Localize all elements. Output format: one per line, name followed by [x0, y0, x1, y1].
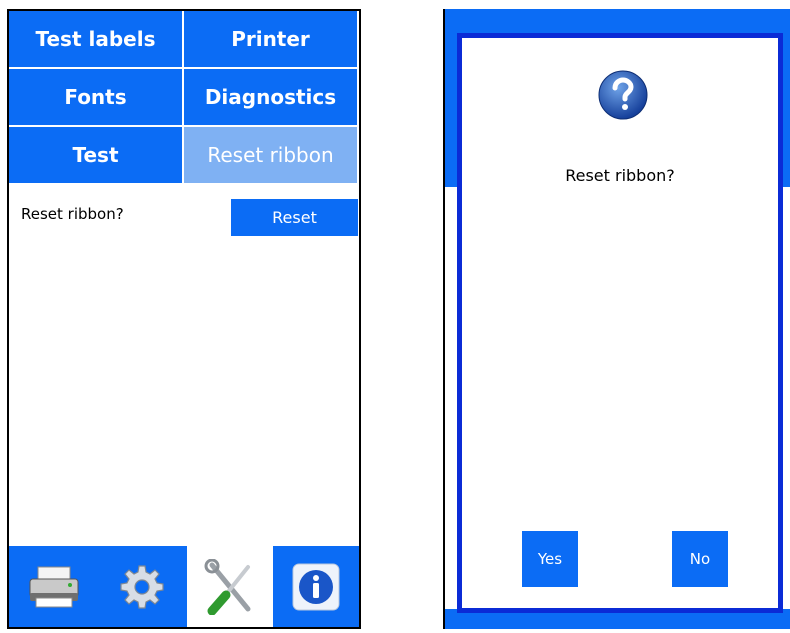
confirm-screen: Reset ribbon? Yes No: [443, 9, 790, 629]
confirm-dialog: Reset ribbon? Yes No: [457, 33, 783, 613]
bottom-nav-bar: [9, 546, 359, 627]
tab-label: Reset ribbon: [207, 143, 334, 167]
reset-button[interactable]: Reset: [231, 199, 358, 236]
tab-grid: Test labels Printer Fonts Diagnostics Te…: [9, 11, 359, 185]
tools-icon: [204, 558, 251, 615]
nav-tools-button[interactable]: [187, 546, 273, 627]
tab-test[interactable]: Test: [9, 127, 184, 185]
no-button[interactable]: No: [672, 531, 728, 587]
reset-ribbon-prompt: Reset ribbon?: [21, 205, 124, 223]
tab-printer[interactable]: Printer: [184, 11, 359, 69]
underlay-tab-strip: [445, 9, 790, 35]
tab-label: Diagnostics: [204, 85, 337, 109]
nav-info-button[interactable]: [273, 546, 359, 627]
tab-label: Printer: [231, 27, 310, 51]
tab-label: Test labels: [35, 27, 156, 51]
question-icon: [598, 70, 648, 120]
yes-button[interactable]: Yes: [522, 531, 578, 587]
tab-label: Test: [72, 143, 119, 167]
nav-settings-button[interactable]: [97, 546, 187, 627]
tab-test-labels[interactable]: Test labels: [9, 11, 184, 69]
printer-icon: [29, 566, 79, 607]
nav-printer-button[interactable]: [9, 546, 99, 627]
settings-screen: Test labels Printer Fonts Diagnostics Te…: [7, 9, 361, 629]
tab-fonts[interactable]: Fonts: [9, 69, 184, 127]
tab-label: Fonts: [64, 85, 127, 109]
tab-diagnostics[interactable]: Diagnostics: [184, 69, 359, 127]
gear-icon: [120, 564, 164, 609]
dialog-message: Reset ribbon?: [565, 166, 675, 185]
tab-reset-ribbon[interactable]: Reset ribbon: [184, 127, 359, 185]
info-icon: [292, 563, 340, 610]
